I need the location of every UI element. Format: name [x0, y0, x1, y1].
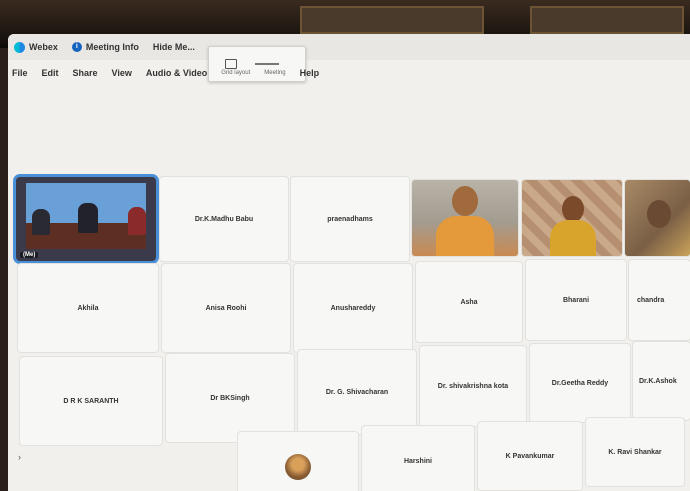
- participant-tile[interactable]: Dr.K.Ashok: [633, 342, 690, 420]
- participant-tile-video[interactable]: [412, 180, 518, 256]
- participant-tile[interactable]: Dr.Geetha Reddy: [530, 344, 630, 422]
- speaker-figure: [32, 209, 50, 235]
- participant-tile-video[interactable]: [625, 180, 690, 256]
- participant-tile-video[interactable]: [522, 180, 622, 256]
- participant-tile[interactable]: Anisa Roohi: [162, 264, 290, 352]
- participant-gallery: (Me) Dr.K.Madhu Babu praenadhams Akhila …: [8, 34, 690, 491]
- participant-name: praenadhams: [327, 215, 373, 223]
- participant-name: Asha: [460, 298, 478, 306]
- participant-tile[interactable]: Dr BKSingh: [166, 354, 294, 442]
- participant-tile[interactable]: [238, 432, 358, 491]
- participant-name: Dr. shivakrishna kota: [437, 382, 509, 390]
- monitor-screen: Webex i Meeting Info Hide Me... File Edi…: [8, 34, 690, 491]
- participant-name: Dr.K.Madhu Babu: [194, 215, 254, 223]
- participant-tile[interactable]: K. Ravi Shankar: [586, 418, 684, 486]
- participant-tile[interactable]: D R K SARANTH: [20, 357, 162, 445]
- speaker-figure: [78, 203, 98, 233]
- participant-avatar: [285, 454, 311, 480]
- speaker-figure: [128, 207, 146, 235]
- participant-name: Akhila: [77, 304, 99, 312]
- participant-name: Anisa Roohi: [205, 304, 247, 312]
- participant-face: [452, 186, 478, 216]
- participant-tile[interactable]: Bharani: [526, 260, 626, 340]
- participant-tile[interactable]: Asha: [416, 262, 522, 342]
- participant-tile[interactable]: Akhila: [18, 264, 158, 352]
- participant-name: Bharani: [562, 296, 590, 304]
- participant-tile[interactable]: praenadhams: [291, 177, 409, 261]
- participant-tile[interactable]: Harshini: [362, 426, 474, 491]
- participant-name: Dr. G. Shivacharan: [325, 388, 389, 396]
- participant-name: K. Ravi Shankar: [608, 448, 662, 456]
- participant-body: [436, 216, 494, 256]
- participant-tile[interactable]: Dr.K.Madhu Babu: [160, 177, 288, 261]
- self-label: (Me): [20, 252, 39, 258]
- participant-body: [550, 220, 596, 256]
- participant-tile[interactable]: Dr. shivakrishna kota: [420, 346, 526, 426]
- participant-tile[interactable]: Dr. G. Shivacharan: [298, 350, 416, 434]
- participant-name: D R K SARANTH: [63, 397, 119, 405]
- participant-tile-self[interactable]: (Me): [16, 177, 156, 261]
- participant-name: K Pavankumar: [505, 452, 555, 460]
- participant-tile[interactable]: K Pavankumar: [478, 422, 582, 490]
- participant-tile[interactable]: Anushareddy: [294, 264, 412, 352]
- wall-frame: [530, 6, 684, 34]
- participant-name: Dr BKSingh: [210, 394, 250, 402]
- wall-frame: [300, 6, 484, 34]
- participant-name: Anushareddy: [330, 304, 376, 312]
- participant-name: chandra: [637, 296, 665, 304]
- participant-face: [562, 196, 584, 222]
- scroll-indicator-icon[interactable]: ›: [18, 452, 21, 462]
- participant-face: [647, 200, 671, 228]
- participant-name: Dr.Geetha Reddy: [551, 379, 609, 387]
- participant-name: Dr.K.Ashok: [639, 377, 677, 385]
- participant-tile[interactable]: chandra: [629, 260, 690, 340]
- participant-name: Harshini: [403, 457, 432, 465]
